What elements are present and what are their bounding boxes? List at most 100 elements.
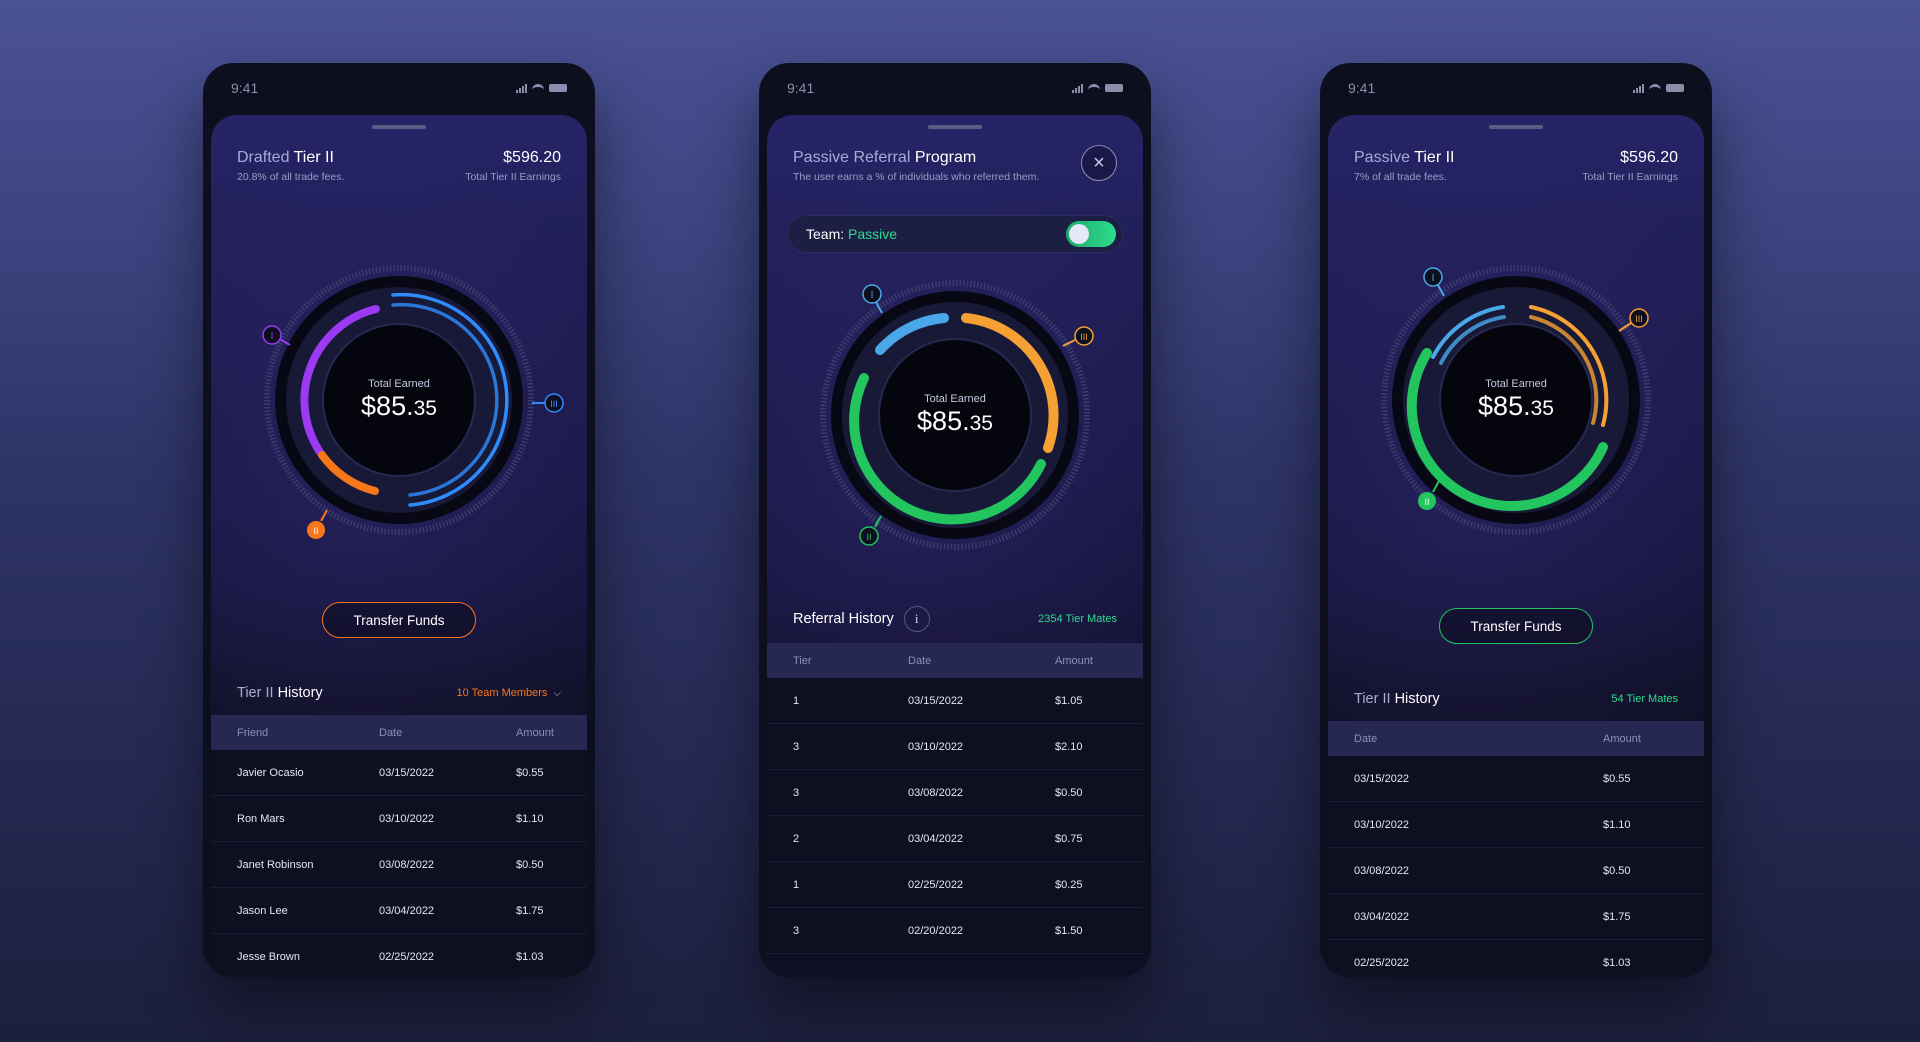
date-cell: 03/15/2022 <box>1354 772 1410 785</box>
table-row[interactable]: 3 02/20/2022 $1.50 <box>767 908 1143 954</box>
svg-text:III: III <box>1080 332 1088 342</box>
table-row[interactable]: 1 03/15/2022 $1.05 <box>767 678 1143 724</box>
table-row[interactable]: 3 03/08/2022 $0.50 <box>767 770 1143 816</box>
gauge-center: Total Earned $85.35 <box>329 378 469 422</box>
team-toggle-switch[interactable] <box>1066 221 1116 247</box>
battery-icon <box>1105 84 1123 92</box>
team-members-count: 10 Team Members <box>456 687 548 699</box>
date-cell: 03/08/2022 <box>908 786 964 799</box>
table-row[interactable]: 1 02/25/2022 $0.25 <box>767 862 1143 908</box>
sheet-header: Passive Tier II 7% of all trade fees. $5… <box>1328 129 1704 183</box>
bottom-sheet: Passive Referral Program The user earns … <box>767 115 1143 977</box>
history-title-dim: Tier II <box>237 685 274 701</box>
date-cell: 02/25/2022 <box>908 878 964 891</box>
table-row[interactable]: 03/10/2022 $1.10 <box>1328 802 1704 848</box>
date-cell: 03/08/2022 <box>1354 864 1410 877</box>
battery-icon <box>1666 84 1684 92</box>
table-row[interactable]: 3 03/10/2022 $2.10 <box>767 724 1143 770</box>
signal-icon <box>516 83 527 93</box>
info-icon[interactable]: i <box>903 606 930 632</box>
transfer-funds-button[interactable]: Transfer Funds <box>1439 608 1593 644</box>
phone-passive-tier-ii: 9:41 Passive Tier II 7% of all trade fee… <box>1320 63 1712 977</box>
gauge-cents: 35 <box>413 397 437 420</box>
status-bar: 9:41 <box>1320 63 1712 113</box>
table-row[interactable]: 03/04/2022 $1.75 <box>1328 894 1704 940</box>
table-row[interactable]: 03/08/2022 $0.50 <box>1328 848 1704 894</box>
amount-cell: $1.05 <box>1055 694 1083 707</box>
status-icons <box>1633 83 1684 93</box>
team-label-text: Team: <box>806 226 845 242</box>
friend-cell: Janet Robinson <box>237 858 314 871</box>
sheet-header: Drafted Tier II 20.8% of all trade fees.… <box>211 129 587 183</box>
svg-text:II: II <box>866 532 871 542</box>
history-title: Referral History i <box>793 606 930 632</box>
gauge-dollars: $85. <box>917 406 970 436</box>
date-cell: 03/08/2022 <box>379 858 435 871</box>
table-row[interactable]: 2 03/04/2022 $0.75 <box>767 816 1143 862</box>
history-header: Tier II History 10 Team Members ⌵ <box>237 685 561 701</box>
tier-cell: 1 <box>793 878 800 891</box>
date-cell: 03/10/2022 <box>1354 818 1410 831</box>
title-dim: Drafted <box>237 149 290 166</box>
page-title: Passive Referral Program <box>793 149 1039 167</box>
history-table: Friend Date Amount Javier Ocasio 03/15/20… <box>211 715 587 977</box>
wifi-icon <box>1649 84 1661 92</box>
status-bar: 9:41 <box>203 63 595 113</box>
history-title-bright: History <box>1394 691 1440 707</box>
amount-cell: $1.50 <box>1055 924 1083 937</box>
team-members-dropdown[interactable]: 10 Team Members ⌵ <box>457 687 561 699</box>
amount-cell: $1.10 <box>1603 818 1631 831</box>
history-table: Date Amount 03/15/2022 $0.55 03/10/2022 $1.… <box>1328 721 1704 977</box>
table-row[interactable]: 03/15/2022 $0.55 <box>1328 756 1704 802</box>
col-amount: Amount <box>516 726 554 739</box>
signal-icon <box>1072 83 1083 93</box>
title-bright: Program <box>914 149 977 166</box>
earnings-gauge: I III II Total Earned $85.35 <box>1381 265 1651 535</box>
phone-passive-referral: 9:41 Passive Referral Program The user e… <box>759 63 1151 977</box>
table-header: Tier Date Amount <box>767 643 1143 678</box>
tier-cell: 2 <box>793 832 800 845</box>
svg-text:III: III <box>1635 314 1643 324</box>
page-subtitle: 7% of all trade fees. <box>1354 171 1447 183</box>
col-date: Date <box>908 654 932 667</box>
amount-cell: $0.50 <box>1055 786 1083 799</box>
team-label: Team: Passive <box>806 226 897 242</box>
close-button[interactable]: × <box>1081 145 1117 181</box>
gauge-label: Total Earned <box>924 393 986 405</box>
table-row[interactable]: Ron Mars 03/10/2022 $1.10 <box>211 796 587 842</box>
table-row[interactable]: Jesse Brown 02/25/2022 $1.03 <box>211 934 587 977</box>
gauge-value: $85.35 <box>1446 391 1586 422</box>
table-row[interactable]: 02/25/2022 $1.03 <box>1328 940 1704 977</box>
toggle-knob <box>1069 224 1089 244</box>
chevron-down-icon: ⌵ <box>553 687 561 699</box>
title-bright: Tier II <box>293 149 334 166</box>
svg-text:II: II <box>1424 497 1429 507</box>
svg-text:I: I <box>871 290 874 301</box>
amount-cell: $0.55 <box>516 766 544 779</box>
total-earnings-amount: $596.20 <box>503 149 561 166</box>
team-toggle-row: Team: Passive <box>787 215 1123 253</box>
gauge-dollars: $85. <box>1478 391 1531 421</box>
friend-cell: Jason Lee <box>237 904 288 917</box>
date-cell: 02/25/2022 <box>1354 956 1410 969</box>
tier-mates-count: 54 Tier Mates <box>1611 693 1678 705</box>
tier-cell: 3 <box>793 740 800 753</box>
amount-cell: $1.75 <box>516 904 544 917</box>
friend-cell: Ron Mars <box>237 812 285 825</box>
wifi-icon <box>532 84 544 92</box>
date-cell: 03/04/2022 <box>908 832 964 845</box>
signal-icon <box>1633 83 1644 93</box>
col-date: Date <box>1354 732 1378 745</box>
table-row[interactable]: Janet Robinson 03/08/2022 $0.50 <box>211 842 587 888</box>
transfer-funds-button[interactable]: Transfer Funds <box>322 602 476 638</box>
table-row[interactable]: Jason Lee 03/04/2022 $1.75 <box>211 888 587 934</box>
earnings-gauge: I III II Total Earned $85.35 <box>820 280 1094 550</box>
svg-text:III: III <box>550 399 558 409</box>
history-header: Tier II History 54 Tier Mates <box>1354 691 1678 707</box>
col-tier: Tier <box>793 654 812 667</box>
date-cell: 03/10/2022 <box>908 740 964 753</box>
amount-cell: $0.25 <box>1055 878 1083 891</box>
table-row[interactable]: Javier Ocasio 03/15/2022 $0.55 <box>211 750 587 796</box>
amount-cell: $1.03 <box>1603 956 1631 969</box>
history-table: Tier Date Amount 1 03/15/2022 $1.05 3 03/10/… <box>767 643 1143 954</box>
